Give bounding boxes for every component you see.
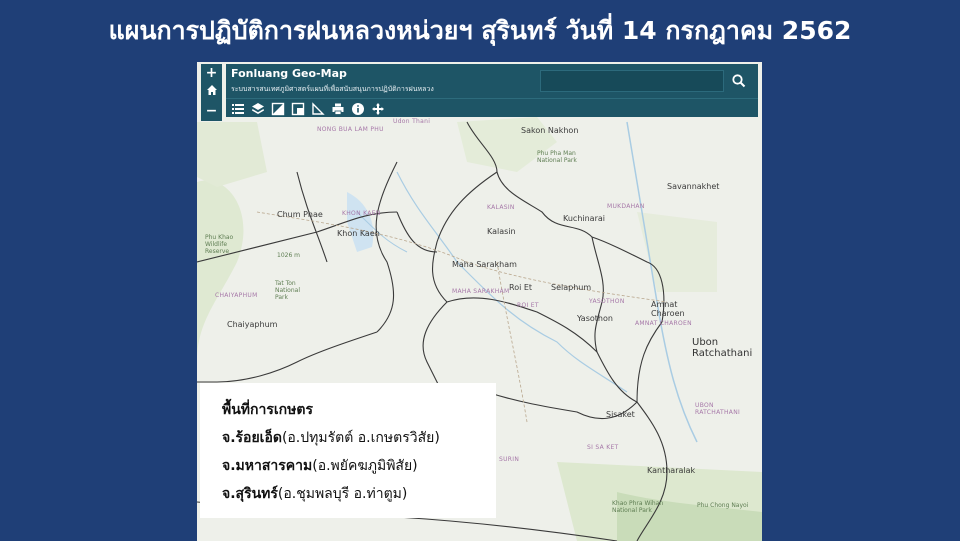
measure-icon	[312, 102, 325, 115]
map-label-khon-kaen: Khon Kaen	[337, 229, 380, 238]
map-label-amnat-charoen: Amnat Charoen	[651, 300, 685, 318]
map-label-amnat-charoen-region: AMNAT CHAROEN	[635, 320, 692, 327]
map-label-udon-thani: Udon Thani	[393, 118, 431, 125]
legend-province: จ.ร้อยเอ็ด	[222, 430, 282, 446]
legend-item-surin: จ.สุรินทร์(อ.ชุมพลบุรี อ.ท่าตูม)	[222, 483, 407, 505]
home-button[interactable]	[201, 83, 222, 102]
map-label-elevation: 1026 m	[277, 252, 301, 259]
map-label-chum-phae: Chum Phae	[277, 210, 323, 219]
map-label-mukdahan-region: MUKDAHAN	[607, 203, 645, 210]
map-label-maha-sarakham-region: MAHA SARAKHAM	[452, 288, 510, 295]
info-icon	[352, 103, 364, 115]
map-label-phu-khao: Phu Khao Wildlife Reserve	[205, 234, 234, 255]
list-icon	[232, 104, 244, 114]
legend-province: จ.สุรินทร์	[222, 486, 278, 502]
map-label-selaphum: Selaphum	[551, 283, 592, 292]
layers-icon	[252, 103, 264, 114]
map-label-phu-pha-man: Phu Pha Man National Park	[537, 150, 577, 164]
search-icon	[732, 74, 746, 88]
map-label-sisaket: Sisaket	[606, 410, 635, 419]
map-label-si-sa-ket-region: SI SA KET	[587, 444, 619, 451]
search-button[interactable]	[726, 70, 752, 92]
search-input[interactable]	[540, 70, 724, 92]
map-label-chaiyaphum-region: CHAIYAPHUM	[215, 292, 258, 299]
app-subtitle: ระบบสารสนเทศภูมิศาสตร์แผนที่เพื่อสนับสนุ…	[231, 85, 434, 93]
map-label-kuchinarai: Kuchinarai	[563, 214, 605, 223]
map-label-roi-et-region: ROI ET	[517, 302, 539, 309]
legend-heading: พื้นที่การเกษตร	[222, 402, 313, 418]
map-label-kalasin: Kalasin	[487, 227, 516, 236]
map-label-tat-ton: Tat Ton National Park	[275, 280, 301, 301]
map-label-savannakhet: Savannakhet	[667, 182, 720, 191]
legend-province: จ.มหาสารคาม	[222, 458, 313, 474]
map-label-yasothon-region: YASOTHON	[589, 298, 625, 305]
legend-item-maha-sarakham: จ.มหาสารคาม(อ.พยัคฆภูมิพิสัย)	[222, 455, 418, 477]
map-toolbar	[226, 98, 758, 117]
map-label-ubon: Ubon Ratchathani	[692, 337, 753, 359]
overview-icon	[291, 102, 305, 116]
legend-districts: (อ.พยัคฆภูมิพิสัย)	[312, 458, 418, 474]
info-button[interactable]	[351, 101, 365, 115]
slide-title: แผนการปฏิบัติการฝนหลวงหน่วยฯ สุรินทร์ วั…	[108, 16, 852, 45]
map-label-khon-kaen-region: KHON KAEN	[342, 210, 381, 217]
home-icon	[206, 85, 217, 95]
print-icon	[332, 103, 344, 115]
map-label-kalasin-region: KALASIN	[487, 204, 515, 211]
app-title: Fonluang Geo-Map	[231, 67, 347, 80]
map-label-yasothon: Yasothon	[577, 314, 613, 323]
map-label-chaiyaphum: Chaiyaphum	[227, 320, 278, 329]
basemap-button[interactable]	[271, 101, 285, 116]
basemap-icon	[271, 102, 285, 116]
legend-box: พื้นที่การเกษตร จ.ร้อยเอ็ด(อ.ปทุมรัตต์ อ…	[200, 383, 496, 518]
layers-button[interactable]	[251, 101, 265, 115]
zoom-out-button[interactable]: −	[201, 102, 222, 121]
zoom-controls: + −	[201, 64, 222, 121]
print-button[interactable]	[331, 101, 345, 115]
zoom-in-button[interactable]: +	[201, 64, 222, 83]
overview-button[interactable]	[291, 101, 305, 116]
map-label-khao-phra-wihan: Khao Phra Wihan National Park	[612, 500, 664, 514]
legend-districts: (อ.ชุมพลบุรี อ.ท่าตูม)	[277, 486, 408, 502]
measure-button[interactable]	[311, 101, 325, 115]
map-label-sakon-nakhon: Sakon Nakhon	[521, 126, 579, 135]
map-label-phu-chong: Phu Chong Nayoi	[697, 502, 749, 509]
legend-item-roi-et: จ.ร้อยเอ็ด(อ.ปทุมรัตต์ อ.เกษตรวิสัย)	[222, 427, 440, 449]
layer-list-button[interactable]	[231, 101, 245, 115]
map-label-surin-region: SURIN	[499, 456, 520, 463]
map-label-roi-et: Roi Et	[509, 283, 533, 292]
pan-icon	[372, 103, 384, 115]
app-header: Fonluang Geo-Map ระบบสารสนเทศภูมิศาสตร์แ…	[226, 64, 758, 98]
map-label-nong-bua: NONG BUA LAM PHU	[317, 126, 384, 133]
map-label-ubon-region: UBON RATCHATHANI	[695, 402, 741, 416]
legend-districts: (อ.ปทุมรัตต์ อ.เกษตรวิสัย)	[281, 430, 440, 446]
map-label-maha-sarakham: Maha Sarakham	[452, 260, 517, 269]
map-label-kantharalak: Kantharalak	[647, 466, 696, 475]
pan-button[interactable]	[371, 101, 385, 115]
